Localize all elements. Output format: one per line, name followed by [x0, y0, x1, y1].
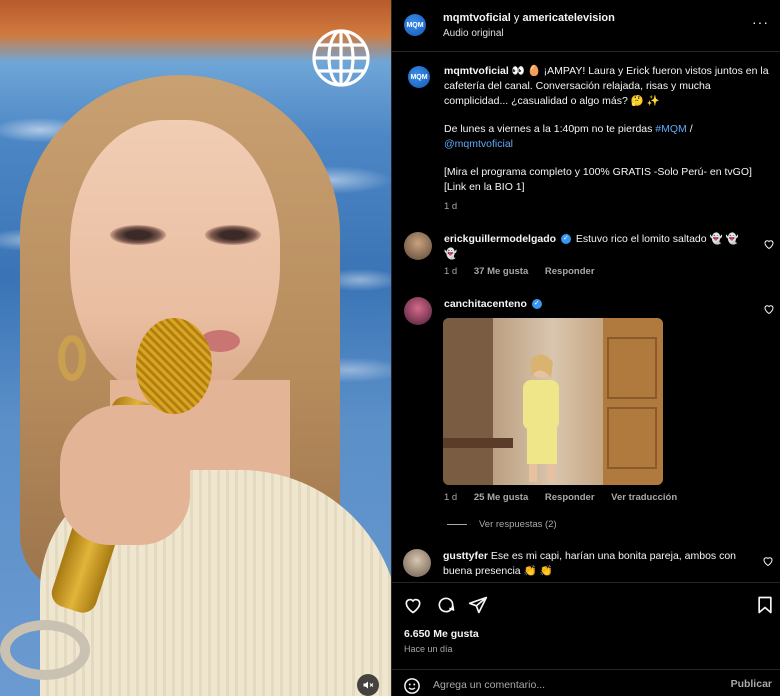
caption-author[interactable]: mqmtvoficial [444, 65, 509, 77]
commenter-username[interactable]: gusttyfer [443, 550, 488, 562]
commenter-username[interactable]: canchitacenteno [444, 298, 527, 310]
gif-scene [443, 318, 663, 485]
comment-meta: 1 d 37 Me gusta Responder [444, 266, 609, 277]
comment-input[interactable] [433, 676, 713, 694]
translate-button[interactable]: Ver traducción [611, 492, 677, 503]
microphone-head [136, 318, 212, 414]
comment-likes[interactable]: 37 Me gusta [474, 266, 528, 277]
heart-icon[interactable] [763, 238, 775, 250]
caption-line-3: [Mira el programa completo y 100% GRATIS… [444, 166, 752, 193]
comment-text-block: gusttyfer Ese es mi capi, harían una bon… [443, 549, 753, 579]
comment-text-block: canchitacenteno ✓ [444, 297, 754, 312]
post-authors: mqmtvoficial y americatelevision [443, 12, 615, 24]
video-subject-earring [58, 335, 86, 381]
share-send-icon[interactable] [468, 595, 488, 615]
video-subject-bracelet [0, 620, 90, 680]
commenter-avatar[interactable] [403, 549, 431, 577]
author-link[interactable]: mqmtvoficial [443, 12, 511, 24]
reply-button[interactable]: Responder [545, 266, 595, 277]
speaker-muted-icon [363, 681, 374, 689]
post-date[interactable]: Hace un día [404, 644, 453, 654]
video-subject-eye [110, 225, 166, 245]
mention-link[interactable]: @mqmtvoficial [444, 138, 513, 150]
view-replies-label: Ver respuestas (2) [479, 519, 557, 530]
comment-composer: Publicar [391, 669, 780, 696]
verified-badge-icon: ✓ [531, 299, 542, 310]
collaborator-link[interactable]: americatelevision [522, 12, 614, 24]
post-comment-button[interactable]: Publicar [731, 678, 772, 690]
likes-count[interactable]: 6.650 Me gusta [404, 628, 479, 640]
comment-bubble-icon[interactable] [436, 595, 456, 615]
video-subject-hand [60, 405, 190, 545]
video-subject-eye [205, 225, 261, 245]
caption-body: mqmtvoficial 👀 🥚 ¡AMPAY! Laura y Erick f… [444, 64, 769, 208]
comment-meta: 1 d 25 Me gusta Responder Ver traducción [444, 492, 691, 503]
caption-line-2: De lunes a viernes a la 1:40pm no te pie… [444, 123, 653, 135]
commenter-avatar[interactable] [404, 232, 432, 260]
caption-avatar[interactable]: MQM [408, 66, 430, 88]
post-header: MQM mqmtvoficial y americatelevision Aud… [392, 0, 780, 52]
account-avatar[interactable]: MQM [404, 14, 426, 36]
bookmark-icon[interactable] [755, 595, 775, 615]
hashtag-link[interactable]: #MQM [655, 123, 687, 135]
commenter-avatar[interactable] [404, 297, 432, 325]
video-player[interactable] [0, 0, 391, 696]
verified-badge-icon: ✓ [560, 234, 571, 245]
audio-link[interactable]: Audio original [443, 28, 504, 39]
post-actions: 6.650 Me gusta Hace un día Publicar [391, 582, 780, 694]
caption-time[interactable]: 1 d [444, 201, 457, 212]
mute-button[interactable] [357, 674, 379, 696]
comment-time[interactable]: 1 d [444, 266, 457, 277]
authors-connector: y [513, 12, 520, 24]
post-modal: MQM mqmtvoficial y americatelevision Aud… [0, 0, 780, 696]
heart-icon[interactable] [762, 555, 774, 567]
caption-slash: / [689, 123, 693, 135]
view-replies-button[interactable]: Ver respuestas (2) [447, 519, 557, 530]
caption-meta: 1 d [444, 201, 471, 212]
mqm-logo: MQM [408, 66, 430, 88]
more-options-button[interactable]: ··· [752, 14, 769, 30]
emoji-icon[interactable] [403, 677, 421, 695]
mqm-logo: MQM [404, 14, 426, 36]
commenter-username[interactable]: erickguillermodelgado [444, 233, 556, 245]
comment-text-block: erickguillermodelgado ✓ Estuvo rico el l… [444, 232, 754, 262]
globe-watermark-icon [312, 29, 370, 87]
comment-time[interactable]: 1 d [444, 492, 457, 503]
comment-gif[interactable] [443, 318, 663, 485]
comment-likes[interactable]: 25 Me gusta [474, 492, 528, 503]
heart-icon[interactable] [763, 303, 775, 315]
replies-divider [447, 524, 467, 525]
like-heart-icon[interactable] [403, 595, 423, 615]
reply-button[interactable]: Responder [545, 492, 595, 503]
